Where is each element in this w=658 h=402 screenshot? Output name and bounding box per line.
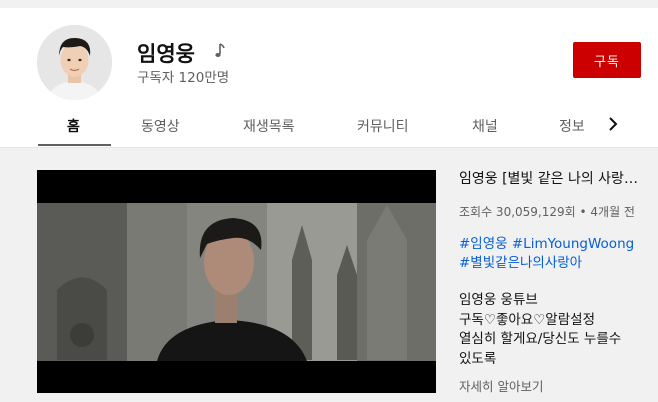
tab-home[interactable]: 홈 [67,116,80,136]
tab-community[interactable]: 커뮤니티 [357,116,409,136]
active-tab-indicator [38,144,111,146]
tab-playlists[interactable]: 재생목록 [243,116,295,136]
channel-name: 임영웅 [137,42,195,66]
top-strip [0,0,658,8]
video-player[interactable] [37,170,436,393]
subscribe-button[interactable]: 구독 [573,42,641,78]
hashtag-line[interactable]: #임영웅 #LimYoungWoong [459,235,654,254]
video-description: 임영웅 웅튜브 구독♡좋아요♡알람설정 열심히 할게요/당신도 누를수 있도록 [459,291,649,369]
video-meta: 조회수 30,059,129회 • 4개월 전 [459,205,635,219]
avatar-portrait [37,25,112,100]
subscriber-count: 구독자 120만명 [137,70,230,86]
description-line: 임영웅 웅튜브 [459,292,538,308]
description-line: 구독♡좋아요♡알람설정 [459,311,595,328]
description-line: 열심히 할게요/당신도 누를수 [459,331,622,347]
read-more-link[interactable]: 자세히 알아보기 [459,376,543,395]
video-title[interactable]: 임영웅 [별빛 같은 나의 사랑… [459,168,649,188]
tab-videos[interactable]: 동영상 [141,116,180,136]
video-thumbnail [37,170,436,393]
tab-channels[interactable]: 채널 [472,116,498,136]
description-line: 있도록 [459,350,497,367]
chevron-right-icon[interactable] [606,114,620,134]
tab-about[interactable]: 정보 [559,116,585,136]
hashtag-block: #임영웅 #LimYoungWoong #별빛같은나의사랑아 [459,235,654,273]
channel-avatar[interactable] [37,25,112,100]
header-divider [0,147,658,148]
hashtag-line[interactable]: #별빛같은나의사랑아 [459,254,654,273]
music-note-icon [215,43,225,57]
